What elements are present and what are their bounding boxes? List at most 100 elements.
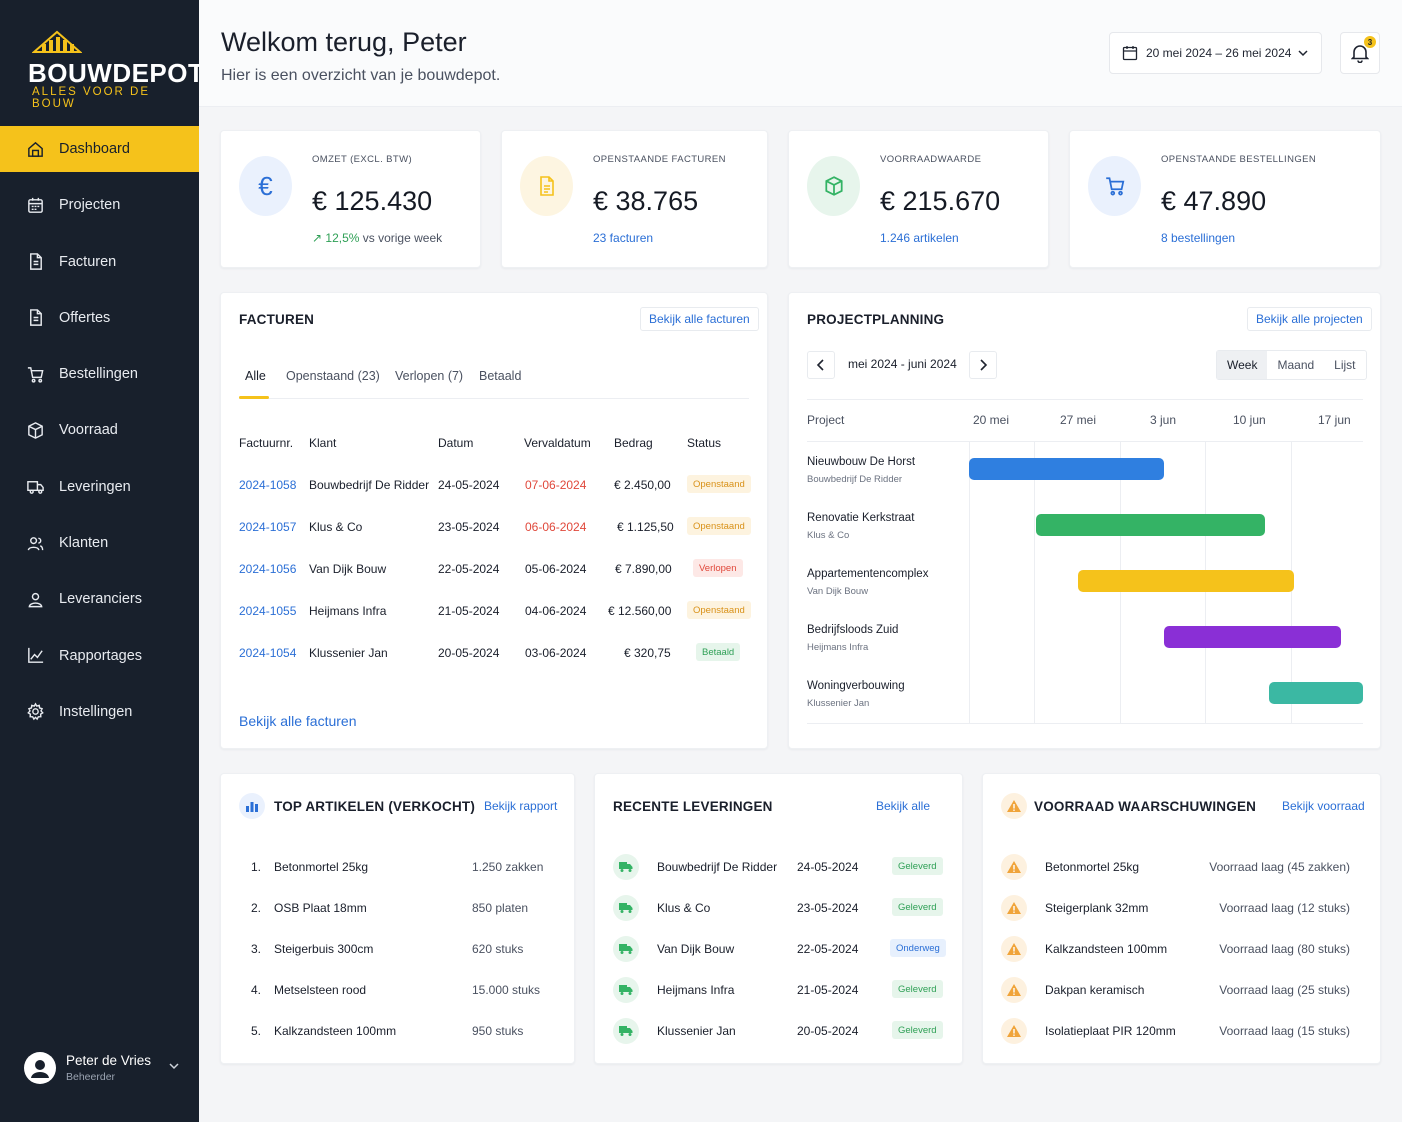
view-month-button[interactable]: Maand [1267,351,1324,379]
gantt-week-label: 27 mei [1060,413,1097,427]
view-stock-link[interactable]: Bekijk voorraad [1282,799,1365,813]
kpi-link[interactable]: 23 facturen [593,231,653,245]
project-name[interactable]: Nieuwbouw De Horst [807,456,915,468]
column-header: Vervaldatum [524,436,591,450]
view-all-deliveries-link[interactable]: Bekijk alle [876,799,930,813]
gantt-column-header: Project [807,413,845,427]
divider [807,441,1363,442]
previous-period-button[interactable] [807,351,835,379]
view-all-projects-button[interactable]: Bekijk alle projecten [1247,307,1372,331]
kpi-link[interactable]: 8 bestellingen [1161,231,1235,245]
delivery-date: 23-05-2024 [797,901,859,915]
sidebar-item-klanten[interactable]: Klanten [0,520,199,566]
sidebar-item-offertes[interactable]: Offertes [0,295,199,341]
kpi-value: € 125.430 [312,186,433,216]
view-list-button[interactable]: Lijst [1324,351,1365,379]
invoice-number-link[interactable]: 2024-1058 [239,478,296,492]
stock-item-name: Isolatieplaat PIR 120mm [1045,1024,1176,1038]
view-week-button[interactable]: Week [1217,351,1268,379]
sidebar-item-voorraad[interactable]: Voorraad [0,407,199,453]
user-role: Beheerder [66,1071,116,1083]
delivery-client: Van Dijk Bouw [657,942,735,956]
gantt-bar[interactable] [1269,682,1363,704]
status-badge: Geleverd [892,1021,943,1039]
card-title: RECENTE LEVERINGEN [613,799,773,814]
logo[interactable]: BOUWDEPOT ALLES VOOR DE BOUW [28,30,204,110]
delivery-date: 22-05-2024 [797,942,859,956]
sidebar-item-rapportages[interactable]: Rapportages [0,633,199,679]
sidebar-item-label: Voorraad [59,422,118,439]
kpi-trend-value: 12,5% [325,231,360,245]
article-rank: 1. [251,860,262,874]
project-name[interactable]: Renovatie Kerkstraat [807,512,914,524]
kpi-card-open-invoices: OPENSTAANDE FACTUREN € 38.765 23 facture… [501,130,768,268]
sidebar-item-label: Dashboard [59,141,130,157]
notifications-button[interactable]: 3 [1340,32,1380,74]
cart-icon [1088,156,1141,216]
user-icon [28,592,43,608]
invoice-date: 22-05-2024 [438,562,500,576]
project-name[interactable]: Woningverbouwing [807,680,905,692]
truck-icon [613,854,639,880]
invoice-number-link[interactable]: 2024-1055 [239,604,296,618]
kpi-label: OPENSTAANDE FACTUREN [593,154,726,165]
sidebar-item-dashboard[interactable]: Dashboard [0,126,199,172]
sidebar-item-leveranciers[interactable]: Leveranciers [0,576,199,622]
project-name[interactable]: Bedrijfsloods Zuid [807,624,898,636]
gantt-bar[interactable] [1078,570,1295,592]
page-title: Welkom terug, Peter [221,27,467,57]
article-qty: 950 stuks [472,1024,524,1038]
warning-icon [1001,793,1027,819]
sidebar-item-label: Rapportages [59,647,143,664]
box-icon [28,422,43,439]
article-rank: 4. [251,983,262,997]
stock-warning-note: Voorraad laag (80 stuks) [1219,942,1350,956]
gantt-week-label: 17 jun [1318,413,1351,427]
card-title: FACTUREN [239,312,315,327]
invoice-number-link[interactable]: 2024-1056 [239,562,296,576]
warning-icon [1001,1018,1027,1044]
tab-alle[interactable]: Alle [245,369,266,383]
gantt-bar[interactable] [1164,626,1341,648]
invoice-due-date: 04-06-2024 [525,604,587,618]
tab-verlopen[interactable]: Verlopen (7) [395,369,463,383]
view-report-link[interactable]: Bekijk rapport [484,799,557,813]
card-title: TOP ARTIKELEN (VERKOCHT) [274,799,476,814]
sidebar-item-label: Offertes [59,309,111,326]
invoice-client: Van Dijk Bouw [309,562,387,576]
project-name[interactable]: Appartementencomplex [807,568,928,580]
kpi-trend: ↗ 12,5% vs vorige week [312,231,442,245]
user-name: Peter de Vries [66,1053,152,1068]
project-client: Van Dijk Bouw [807,586,869,597]
truck-icon [613,936,639,962]
invoice-number-link[interactable]: 2024-1057 [239,520,296,534]
warning-icon [1001,854,1027,880]
project-client: Bouwbedrijf De Ridder [807,474,903,485]
stock-item-name: Kalkzandsteen 100mm [1045,942,1168,956]
invoice-amount: € 320,75 [624,646,671,660]
invoice-number-link[interactable]: 2024-1054 [239,646,296,660]
view-all-invoices-button[interactable]: Bekijk alle facturen [640,307,759,331]
sidebar-item-instellingen[interactable]: Instellingen [0,689,199,735]
gantt-bar[interactable] [969,458,1165,480]
sidebar-item-projecten[interactable]: Projecten [0,182,199,228]
tab-openstaand[interactable]: Openstaand (23) [286,369,380,383]
tab-betaald[interactable]: Betaald [479,369,521,383]
chevron-down-icon [1298,50,1308,57]
recent-deliveries-card: RECENTE LEVERINGEN Bekijk alle Bouwbedri… [594,773,963,1064]
view-all-invoices-link[interactable]: Bekijk alle facturen [239,713,357,729]
next-period-button[interactable] [969,351,997,379]
chevron-down-icon[interactable] [168,1060,180,1072]
article-qty: 15.000 stuks [472,983,541,997]
kpi-card-open-orders: OPENSTAANDE BESTELLINGEN € 47.890 8 best… [1069,130,1381,268]
kpi-link[interactable]: 1.246 artikelen [880,231,959,245]
sidebar-item-leveringen[interactable]: Leveringen [0,464,199,510]
gantt-week-label: 3 jun [1150,413,1177,427]
gantt-bar[interactable] [1036,514,1265,536]
stock-item-name: Dakpan keramisch [1045,983,1145,997]
sidebar-item-bestellingen[interactable]: Bestellingen [0,351,199,397]
date-range-picker[interactable]: 20 mei 2024 – 26 mei 2024 [1109,32,1322,74]
status-badge: Onderweg [890,939,946,957]
user-menu[interactable]: Peter de Vries Beheerder [24,1048,184,1088]
sidebar-item-facturen[interactable]: Facturen [0,239,199,285]
